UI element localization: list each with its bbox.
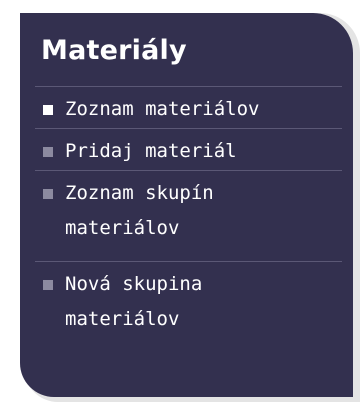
menu-item-add-material[interactable]: Pridaj materiál <box>35 128 342 170</box>
materials-menu: Zoznam materiálov Pridaj materiál Zoznam… <box>35 86 342 352</box>
menu-item-new-material-group[interactable]: Nová skupina materiálov <box>35 261 342 352</box>
menu-item-material-group-list[interactable]: Zoznam skupín materiálov <box>35 170 342 261</box>
menu-item-label: Zoznam materiálov <box>65 98 260 120</box>
square-bullet-icon <box>43 189 53 199</box>
menu-item-label: Zoznam skupín materiálov <box>65 182 214 239</box>
menu-item-material-list[interactable]: Zoznam materiálov <box>35 86 342 128</box>
panel-title: Materiály <box>41 35 187 66</box>
square-bullet-icon <box>43 280 53 290</box>
square-bullet-icon <box>43 105 53 115</box>
menu-item-label: Nová skupina materiálov <box>65 273 203 330</box>
menu-item-label: Pridaj materiál <box>65 140 237 162</box>
materials-menu-panel: Materiály Zoznam materiálov Pridaj mater… <box>20 13 353 397</box>
square-bullet-icon <box>43 147 53 157</box>
